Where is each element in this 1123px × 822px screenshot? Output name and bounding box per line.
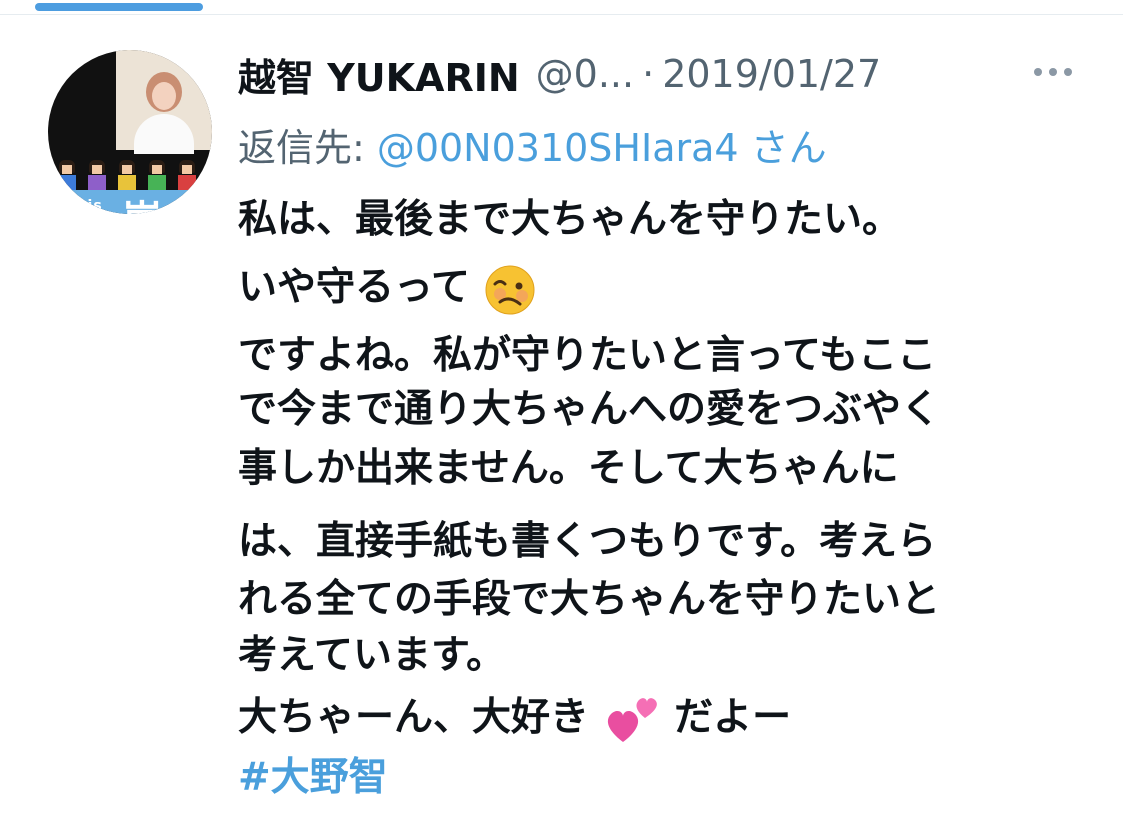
logo-this-text: This: [66, 198, 103, 214]
tweet-text-line-with-emoji: いや守るって: [238, 256, 536, 314]
reply-context: 返信先: @00N0310SHIara4 さん: [238, 116, 827, 172]
avatar-logo: This is 嵐 LIVE: [48, 192, 212, 214]
author-handle[interactable]: @0...: [536, 52, 634, 96]
two-hearts-icon: [607, 697, 657, 742]
more-horizontal-icon[interactable]: [1030, 60, 1076, 84]
tweet-text-segment: いや守るって: [238, 265, 471, 310]
tweet-text-line: れる全ての手段で大ちゃんを守りたいと: [238, 577, 941, 622]
tweet-text-line: 私は、最後まで大ちゃんを守りたい。: [238, 197, 902, 242]
tweet-text-line: で今まで通り大ちゃんへの愛をつぶやく: [238, 387, 941, 432]
tweet-text-line: は、直接手紙も書くつもりです。考えら: [238, 519, 937, 564]
header-separator: ·: [642, 52, 655, 96]
tweet-text-line-with-emoji: 大ちゃーん、大好き だよー: [238, 686, 791, 742]
tweet-text-line: ですよね。私が守りたいと言ってもここ: [238, 333, 937, 378]
scroll-indicator: [35, 3, 203, 11]
hashtag-link[interactable]: #大野智: [238, 746, 388, 802]
tweet-header: 越智 YUKARIN @0... · 2019/01/27: [238, 46, 881, 102]
author-display-name[interactable]: 越智 YUKARIN: [238, 47, 520, 102]
reply-prefix: 返信先:: [238, 125, 365, 170]
tweet-date[interactable]: 2019/01/27: [662, 52, 881, 96]
woozy-face-icon: [485, 265, 535, 314]
tweet-text-segment: 大ちゃーん、大好き: [238, 695, 590, 740]
tweet-text-segment: だよー: [674, 695, 792, 740]
tweet-text-line: 事しか出来ません。そして大ちゃんに: [238, 446, 899, 491]
tweet-text-line: 考えています。: [238, 633, 506, 678]
logo-kanji: 嵐: [122, 188, 162, 214]
logo-live-text: LIVE: [172, 202, 202, 214]
avatar[interactable]: This is 嵐 LIVE: [48, 50, 212, 214]
avatar-photo: [116, 50, 212, 154]
reply-target-link[interactable]: @00N0310SHIara4 さん: [377, 117, 827, 172]
top-divider: [0, 14, 1123, 15]
